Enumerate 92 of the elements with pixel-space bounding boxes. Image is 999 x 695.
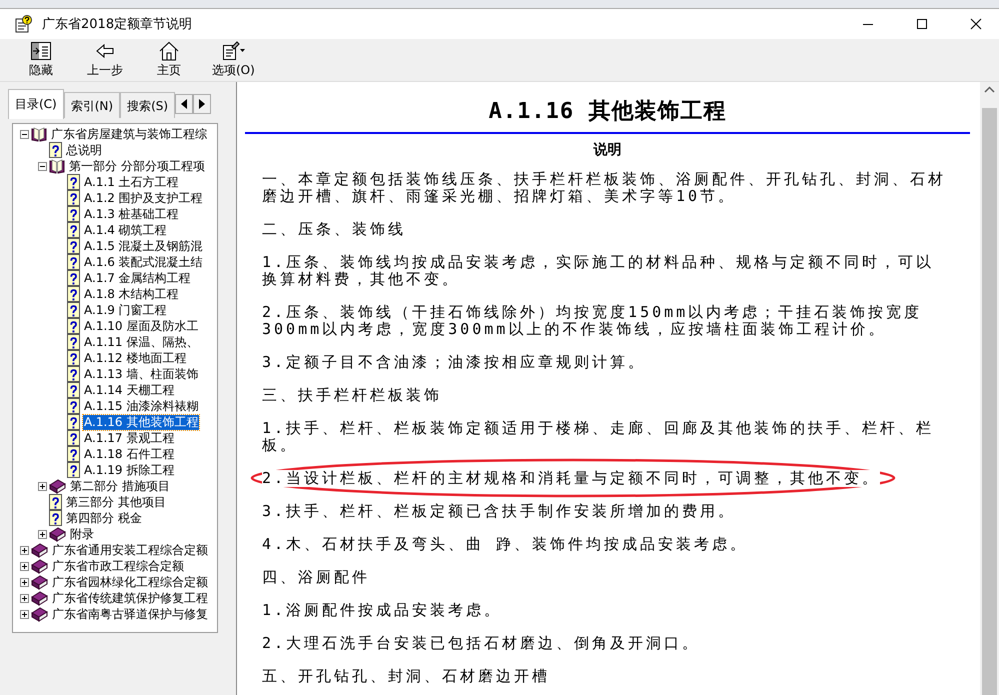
help-page-icon bbox=[49, 142, 62, 158]
tree-item[interactable]: 广东省传统建筑保护修复工程 bbox=[51, 590, 209, 606]
tree-item[interactable]: A.1.14 天棚工程 bbox=[83, 382, 176, 398]
help-page-icon bbox=[67, 254, 80, 270]
tree-item[interactable]: 附录 bbox=[69, 526, 95, 542]
tab[interactable]: 搜索(S) bbox=[120, 92, 176, 118]
toolbar-button[interactable]: 隐藏 bbox=[12, 41, 70, 79]
tree-item[interactable]: A.1.7 金属结构工程 bbox=[83, 270, 192, 286]
hide-pane-icon bbox=[30, 41, 52, 61]
expand-icon[interactable] bbox=[38, 482, 46, 490]
expand-icon[interactable] bbox=[20, 578, 28, 586]
help-page-icon bbox=[67, 382, 80, 398]
tree-item[interactable]: A.1.11 保温、隔热、 bbox=[83, 334, 200, 350]
page-heading: A.1.16 其他装饰工程 bbox=[488, 98, 728, 126]
tree-item[interactable]: 广东省通用安装工程综合定额 bbox=[51, 542, 209, 558]
tree-item[interactable]: 广东省市政工程综合定额 bbox=[51, 558, 185, 574]
collapse-icon[interactable] bbox=[20, 130, 28, 138]
closed-book-icon bbox=[31, 558, 48, 574]
expand-icon[interactable] bbox=[20, 610, 28, 618]
right-triangle-icon bbox=[199, 99, 206, 109]
tree-item[interactable]: 广东省南粤古驿道保护与修复 bbox=[51, 606, 209, 622]
closed-book-icon bbox=[49, 526, 66, 542]
toolbar-button[interactable]: 上一步 bbox=[76, 41, 134, 79]
help-page-icon bbox=[67, 366, 80, 382]
tab[interactable]: 索引(N) bbox=[64, 92, 120, 118]
tree-item[interactable]: A.1.16 其他装饰工程 bbox=[83, 414, 200, 430]
tree-item[interactable]: A.1.8 木结构工程 bbox=[83, 286, 180, 302]
help-page-icon bbox=[67, 206, 80, 222]
help-page-icon bbox=[67, 414, 80, 430]
home-icon bbox=[158, 41, 180, 61]
help-page-icon bbox=[67, 430, 80, 446]
tree-item[interactable]: A.1.12 楼地面工程 bbox=[83, 350, 188, 366]
help-page-icon bbox=[67, 334, 80, 350]
closed-book-icon bbox=[31, 574, 48, 590]
closed-book-icon bbox=[49, 478, 66, 494]
closed-book-icon bbox=[31, 590, 48, 606]
toolbar-button[interactable]: 选项(O) bbox=[204, 41, 263, 79]
help-page-icon bbox=[67, 446, 80, 462]
tree-item[interactable]: A.1.17 景观工程 bbox=[83, 430, 176, 446]
help-page-icon bbox=[49, 494, 62, 510]
scroll-right-button[interactable] bbox=[193, 94, 212, 114]
tree-item[interactable]: A.1.3 桩基础工程 bbox=[83, 206, 180, 222]
tree-item[interactable]: A.1.13 墙、柱面装饰 bbox=[83, 366, 200, 382]
help-page-icon bbox=[67, 174, 80, 190]
window-title: 广东省2018定额章节说明 bbox=[42, 16, 192, 33]
collapse-icon[interactable] bbox=[38, 162, 46, 170]
help-page-icon bbox=[67, 270, 80, 286]
tree-item[interactable]: 第二部分 措施项目 bbox=[69, 478, 171, 494]
open-book-icon bbox=[49, 158, 65, 174]
help-page-icon bbox=[67, 462, 80, 478]
help-page-icon bbox=[67, 318, 80, 334]
tree-item[interactable]: A.1.9 门窗工程 bbox=[83, 302, 168, 318]
tree-item[interactable]: A.1.19 拆除工程 bbox=[83, 462, 176, 478]
paragraph: 2.当设计栏板、栏杆的主材规格和消耗量与定额不同时，可调整，其他不变。 bbox=[262, 470, 880, 487]
help-page-icon bbox=[67, 302, 80, 318]
tree-item[interactable]: A.1.4 砌筑工程 bbox=[83, 222, 168, 238]
help-page-icon bbox=[67, 398, 80, 414]
help-page-icon bbox=[67, 222, 80, 238]
help-page-icon bbox=[67, 286, 80, 302]
tree-item[interactable]: A.1.5 混凝土及钢筋混 bbox=[83, 238, 204, 254]
section-heading: 说明 bbox=[592, 141, 622, 159]
tree-item[interactable]: A.1.18 石件工程 bbox=[83, 446, 176, 462]
closed-book-icon bbox=[31, 542, 48, 558]
tree-item[interactable]: 第四部分 税金 bbox=[65, 510, 143, 526]
toolbar-button[interactable]: 主页 bbox=[140, 41, 198, 79]
tree-item[interactable]: 广东省园林绿化工程综合定额 bbox=[51, 574, 209, 590]
closed-book-icon bbox=[31, 606, 48, 622]
help-page-icon bbox=[49, 510, 62, 526]
help-file-icon bbox=[14, 15, 34, 33]
tab[interactable]: 目录(C) bbox=[8, 89, 64, 119]
tree-item[interactable]: A.1.15 油漆涂料裱糊 bbox=[83, 398, 200, 414]
expand-icon[interactable] bbox=[20, 562, 28, 570]
open-book-icon bbox=[31, 126, 47, 142]
expand-icon[interactable] bbox=[38, 530, 46, 538]
tree-item[interactable]: 第一部分 分部分项工程项 bbox=[68, 158, 206, 174]
scrollbar-thumb[interactable] bbox=[982, 108, 997, 695]
expand-icon[interactable] bbox=[20, 594, 28, 602]
options-icon bbox=[220, 41, 246, 61]
tree-item[interactable]: 总说明 bbox=[65, 142, 103, 158]
tree-item[interactable]: A.1.6 装配式混凝土结 bbox=[83, 254, 204, 270]
back-arrow-icon bbox=[94, 41, 116, 61]
help-page-icon bbox=[67, 350, 80, 366]
tree-item[interactable]: A.1.1 土石方工程 bbox=[83, 174, 180, 190]
tree-item[interactable]: 第三部分 其他项目 bbox=[65, 494, 167, 510]
help-page-icon bbox=[67, 190, 80, 206]
scroll-left-button[interactable] bbox=[175, 94, 194, 114]
tree-item[interactable]: 广东省房屋建筑与装饰工程综 bbox=[50, 126, 208, 142]
expand-icon[interactable] bbox=[20, 546, 28, 554]
tree-item[interactable]: A.1.2 围护及支护工程 bbox=[83, 190, 204, 206]
help-page-icon bbox=[67, 238, 80, 254]
left-triangle-icon bbox=[181, 99, 188, 109]
tree-item[interactable]: A.1.10 屋面及防水工 bbox=[83, 318, 200, 334]
